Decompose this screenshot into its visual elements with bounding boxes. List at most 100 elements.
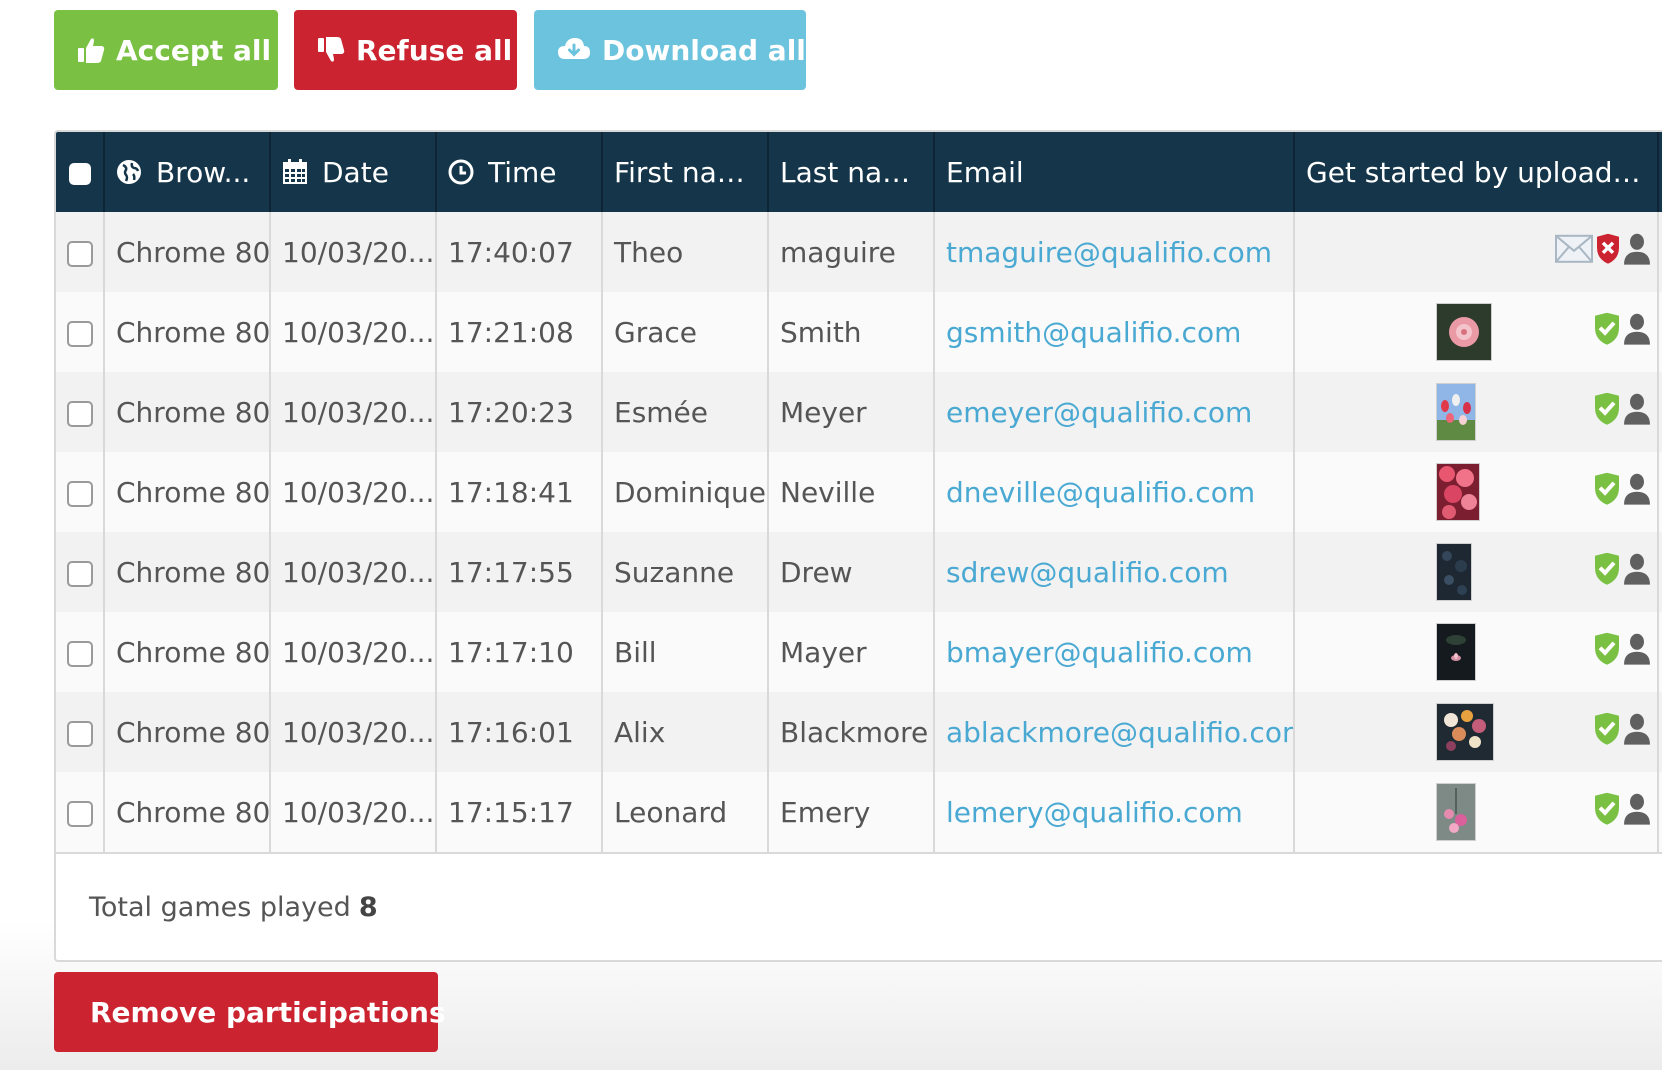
column-header-upload[interactable]: Get started by uploadin... [1294, 132, 1659, 212]
row-checkbox[interactable] [66, 560, 93, 587]
email-cell: emeyer@qualifio.com [934, 372, 1295, 452]
shield-check-icon [1595, 552, 1619, 585]
email-cell: dneville@qualifio.com [934, 452, 1295, 532]
column-header-time[interactable]: Time [436, 132, 603, 212]
shield-check-icon [1595, 472, 1619, 505]
user-icon [1624, 233, 1650, 265]
row-checkbox[interactable] [66, 320, 93, 347]
row-checkbox[interactable] [66, 240, 93, 267]
extra-cell [1658, 292, 1662, 372]
browser-cell: Chrome 80 [104, 372, 271, 452]
date-cell: 10/03/20... [270, 292, 437, 372]
download-all-button[interactable]: Download all [534, 10, 806, 90]
column-header-browser[interactable]: Brow... [104, 132, 271, 212]
table-footer: Total games played 8 [56, 852, 1662, 960]
row-checkbox[interactable] [66, 800, 93, 827]
uploaded-image-thumbnail[interactable] [1436, 543, 1472, 601]
email-cell: lemery@qualifio.com [934, 772, 1295, 852]
email-header-label: Email [946, 155, 1024, 189]
date-cell: 10/03/20... [270, 212, 437, 292]
row-checkbox[interactable] [66, 720, 93, 747]
last-name-cell: Drew [768, 532, 935, 612]
table-row[interactable]: Chrome 80 10/03/20... 17:40:07 Theo magu… [56, 212, 1662, 292]
column-header-last-name[interactable]: Last name [768, 132, 935, 212]
first-name-cell: Dominique [602, 452, 769, 532]
uploaded-image-thumbnail[interactable] [1436, 783, 1476, 841]
row-checkbox[interactable] [66, 400, 93, 427]
uploaded-image-thumbnail[interactable] [1436, 703, 1494, 761]
uploaded-image-thumbnail[interactable] [1436, 383, 1476, 441]
user-icon [1624, 713, 1650, 745]
remove-participations-label: Remove participations [90, 995, 446, 1029]
row-checkbox[interactable] [66, 640, 93, 667]
first-name-cell: Bill [602, 612, 769, 692]
email-cell: tmaguire@qualifio.com [934, 212, 1295, 292]
date-cell: 10/03/20... [270, 532, 437, 612]
email-link[interactable]: sdrew@qualifio.com [946, 556, 1229, 589]
extra-cell [1658, 612, 1662, 692]
shield-check-icon [1595, 712, 1619, 745]
browser-cell: Chrome 80 [104, 772, 271, 852]
column-header-date[interactable]: Date [270, 132, 437, 212]
uploaded-image-thumbnail[interactable] [1436, 303, 1492, 361]
globe-icon [117, 160, 141, 184]
table-row[interactable]: Chrome 80 10/03/20... 17:21:08 Grace Smi… [56, 292, 1662, 372]
browser-cell: Chrome 80 [104, 452, 271, 532]
uploaded-image-thumbnail[interactable] [1436, 623, 1476, 681]
column-header-email[interactable]: Email [934, 132, 1295, 212]
date-cell: 10/03/20... [270, 452, 437, 532]
user-icon [1624, 473, 1650, 505]
status-icons [1593, 472, 1651, 505]
email-link[interactable]: gsmith@qualifio.com [946, 316, 1241, 349]
last-name-header-label: Last name [780, 155, 927, 189]
email-link[interactable]: tmaguire@qualifio.com [946, 236, 1272, 269]
last-name-cell: maguire [768, 212, 935, 292]
status-icons [1593, 792, 1651, 825]
time-cell: 17:21:08 [436, 292, 603, 372]
row-select-cell [56, 692, 105, 772]
remove-participations-button[interactable]: Remove participations [54, 972, 446, 1052]
accept-all-label: Accept all [116, 33, 272, 67]
row-checkbox[interactable] [66, 480, 93, 507]
first-name-header-label: First name [614, 155, 762, 189]
table-row[interactable]: Chrome 80 10/03/20... 17:15:17 Leonard E… [56, 772, 1662, 852]
refuse-all-button[interactable]: Refuse all [294, 10, 517, 90]
first-name-cell: Leonard [602, 772, 769, 852]
user-icon [1624, 313, 1650, 345]
row-select-cell [56, 372, 105, 452]
thumbs-down-icon [318, 37, 345, 62]
table-row[interactable]: Chrome 80 10/03/20... 17:18:41 Dominique… [56, 452, 1662, 532]
row-select-cell [56, 532, 105, 612]
time-cell: 17:20:23 [436, 372, 603, 452]
status-icons [1593, 712, 1651, 745]
email-link[interactable]: emeyer@qualifio.com [946, 396, 1252, 429]
upload-cell [1294, 212, 1659, 292]
email-link[interactable]: lemery@qualifio.com [946, 796, 1243, 829]
browser-cell: Chrome 80 [104, 292, 271, 372]
table-row[interactable]: Chrome 80 10/03/20... 17:16:01 Alix Blac… [56, 692, 1662, 772]
last-name-cell: Mayer [768, 612, 935, 692]
table-row[interactable]: Chrome 80 10/03/20... 17:20:23 Esmée Mey… [56, 372, 1662, 452]
shield-check-icon [1595, 632, 1619, 665]
email-cell: gsmith@qualifio.com [934, 292, 1295, 372]
browser-cell: Chrome 80 [104, 692, 271, 772]
select-all-checkbox[interactable] [68, 162, 91, 185]
time-cell: 17:18:41 [436, 452, 603, 532]
email-link[interactable]: dneville@qualifio.com [946, 476, 1255, 509]
time-cell: 17:17:55 [436, 532, 603, 612]
time-cell: 17:15:17 [436, 772, 603, 852]
email-link[interactable]: ablackmore@qualifio.com [946, 716, 1292, 749]
table-header-row: Brow... Date Time First name Last name E… [56, 132, 1662, 212]
table-row[interactable]: Chrome 80 10/03/20... 17:17:10 Bill Maye… [56, 612, 1662, 692]
last-name-cell: Emery [768, 772, 935, 852]
upload-cell [1294, 532, 1659, 612]
upload-cell [1294, 372, 1659, 452]
uploaded-image-thumbnail[interactable] [1436, 463, 1480, 521]
column-header-first-name[interactable]: First name [602, 132, 769, 212]
accept-all-button[interactable]: Accept all [54, 10, 278, 90]
table-row[interactable]: Chrome 80 10/03/20... 17:17:55 Suzanne D… [56, 532, 1662, 612]
row-select-cell [56, 292, 105, 372]
row-select-cell [56, 612, 105, 692]
email-link[interactable]: bmayer@qualifio.com [946, 636, 1253, 669]
upload-cell [1294, 772, 1659, 852]
